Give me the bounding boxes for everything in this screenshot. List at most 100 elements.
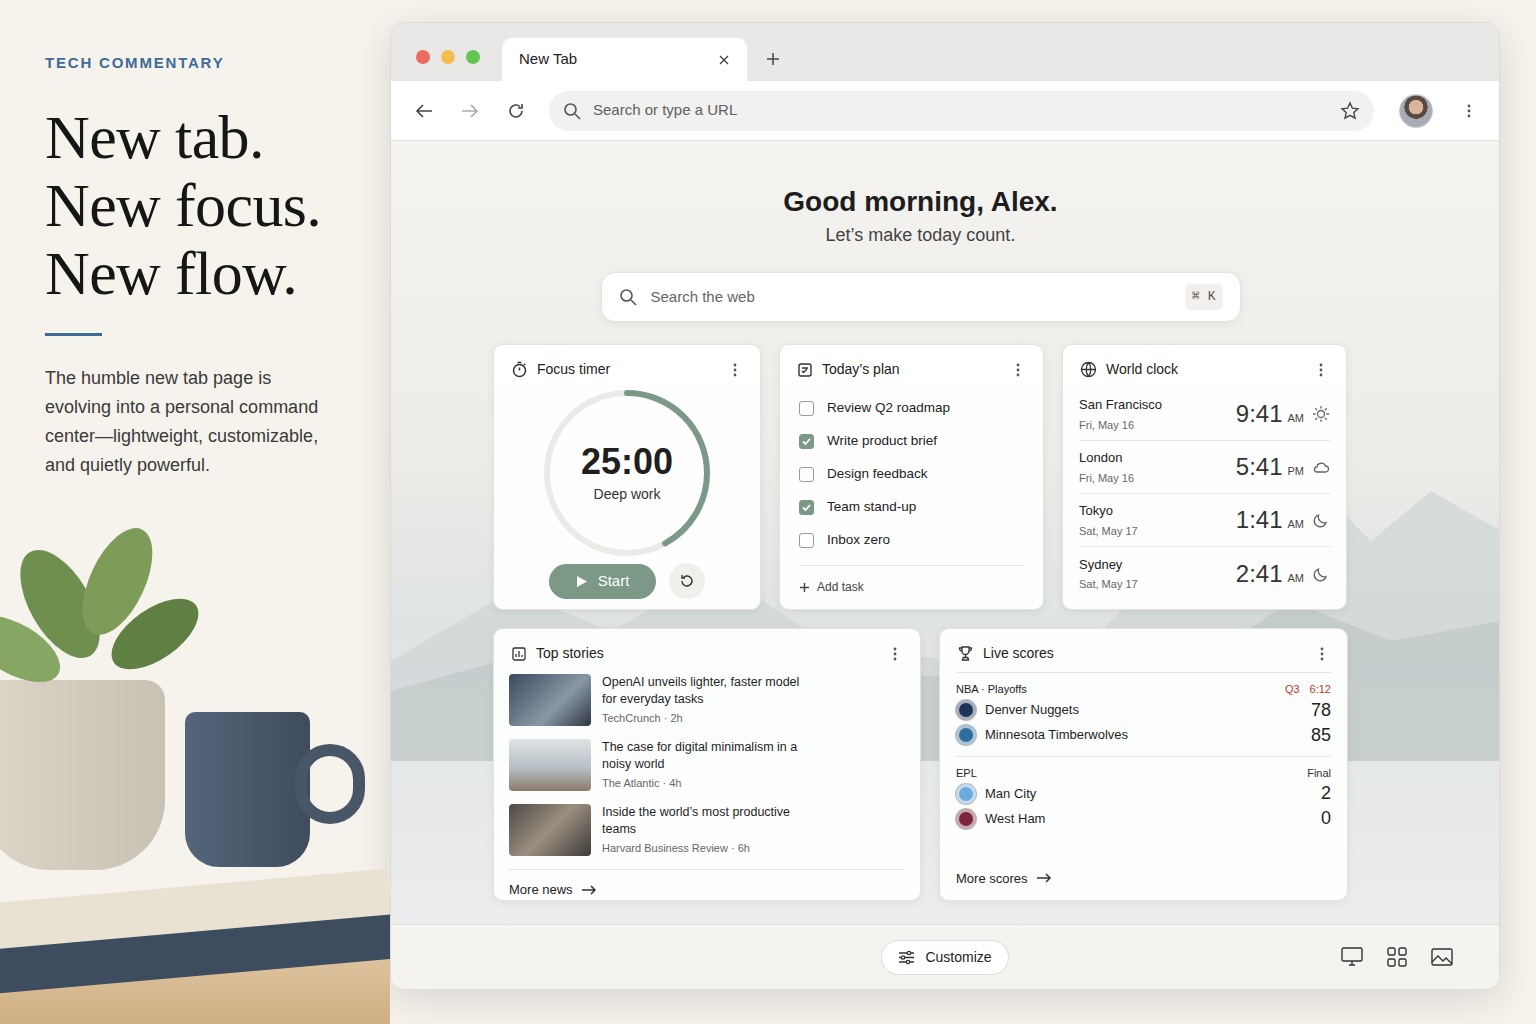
game[interactable]: EPLFinalMan City2West Ham0: [956, 757, 1331, 840]
story-thumbnail: [509, 674, 591, 726]
card-title: Today’s plan: [822, 359, 1001, 380]
moon-icon: [1312, 511, 1330, 529]
story-thumbnail: [509, 739, 591, 791]
bottom-bar: Customize: [391, 924, 1499, 989]
image-icon[interactable]: [1431, 948, 1453, 966]
task-checkbox[interactable]: [799, 500, 814, 515]
task-checkbox[interactable]: [799, 434, 814, 449]
close-dot[interactable]: [416, 50, 430, 64]
plus-icon[interactable]: [765, 51, 781, 67]
team-name: West Ham: [985, 809, 1312, 829]
task-row[interactable]: Review Q2 roadmap: [799, 392, 1024, 425]
story-row[interactable]: OpenAI unveils lighter, faster model for…: [509, 674, 905, 739]
task-checkbox[interactable]: [799, 467, 814, 482]
article-column: TECH COMMENTARYNew tab.New focus.New flo…: [0, 0, 390, 1024]
back-icon[interactable]: [415, 103, 433, 119]
more-icon[interactable]: [727, 362, 743, 378]
web-search[interactable]: ⌘ K: [601, 272, 1241, 322]
status-label: Q3: [1285, 681, 1300, 698]
play-icon: [576, 575, 588, 588]
city-row: San FranciscoFri, May 169:41AM: [1079, 388, 1330, 441]
weather: [1312, 405, 1330, 423]
greeting-subtitle: Let’s make today count.: [493, 222, 1348, 249]
close-icon[interactable]: [718, 54, 730, 66]
city-name: Tokyo: [1079, 501, 1138, 521]
status-label: Final: [1307, 765, 1331, 782]
address-bar[interactable]: [549, 91, 1374, 131]
team-logo: [956, 784, 976, 804]
maximize-dot[interactable]: [466, 50, 480, 64]
add-task[interactable]: Add task: [780, 566, 1043, 596]
card-header: World clock: [1063, 345, 1346, 388]
sliders-icon: [898, 950, 915, 965]
timer-progress: [547, 393, 707, 553]
story-row[interactable]: Inside the world’s most productive teams…: [509, 804, 905, 869]
greeting-title: Good morning, Alex.: [493, 185, 1348, 219]
card-title: Top stories: [536, 643, 878, 664]
more-icon[interactable]: [887, 646, 903, 662]
city-date: Sat, May 17: [1079, 523, 1138, 540]
add-task-label: Add task: [817, 578, 864, 596]
forward-icon[interactable]: [461, 103, 479, 119]
more-icon[interactable]: [1010, 362, 1026, 378]
web-search-input[interactable]: [651, 286, 1172, 309]
start-button[interactable]: Start: [549, 564, 656, 599]
minimize-dot[interactable]: [441, 50, 455, 64]
monitor-icon[interactable]: [1341, 947, 1363, 967]
game-list: NBA · PlayoffsQ36:12Denver Nuggets78Minn…: [940, 673, 1347, 861]
task-label: Review Q2 roadmap: [827, 398, 950, 418]
league: EPL: [956, 765, 977, 782]
card-header: Top stories: [494, 629, 920, 672]
team-score: 2: [1321, 780, 1331, 807]
task-checkbox[interactable]: [799, 401, 814, 416]
customize-button[interactable]: Customize: [881, 940, 1008, 975]
grid-icon[interactable]: [1387, 947, 1407, 967]
headline-line: New focus.: [45, 171, 390, 239]
plan-card: Today’s plan Review Q2 roadmap Write produ…: [779, 344, 1044, 610]
city-period: PM: [1288, 463, 1305, 480]
game[interactable]: NBA · PlayoffsQ36:12Denver Nuggets78Minn…: [956, 673, 1331, 757]
game-status: Q36:12: [1285, 681, 1331, 698]
task-label: Inbox zero: [827, 530, 890, 550]
address-input[interactable]: [593, 99, 1328, 122]
more-icon[interactable]: [1314, 646, 1330, 662]
sun-icon: [1312, 405, 1330, 423]
search-icon: [563, 102, 581, 120]
more-icon[interactable]: [1313, 362, 1329, 378]
headline: New tab.New focus.New flow.: [45, 103, 390, 307]
reload-icon[interactable]: [507, 102, 525, 120]
world-clock-card: World clock San FranciscoFri, May 169:41A…: [1062, 344, 1347, 610]
task-list: Review Q2 roadmap Write product brief Desi…: [780, 388, 1043, 557]
new-tab-page: Good morning, Alex. Let’s make today coun…: [391, 141, 1499, 924]
task-row[interactable]: Inbox zero: [799, 524, 1024, 557]
task-row[interactable]: Team stand-up: [799, 491, 1024, 524]
profile-avatar[interactable]: [1399, 94, 1433, 128]
tab-label: New Tab: [519, 48, 577, 71]
team-row: Denver Nuggets78: [956, 698, 1331, 723]
task-label: Design feedback: [827, 464, 928, 484]
city-period: AM: [1288, 410, 1305, 427]
more-icon[interactable]: [1461, 103, 1477, 119]
card-title: World clock: [1106, 359, 1304, 380]
more-news[interactable]: More news: [509, 869, 905, 901]
team-row: West Ham0: [956, 806, 1331, 831]
browser-tab[interactable]: New Tab: [502, 38, 747, 81]
task-row[interactable]: Design feedback: [799, 458, 1024, 491]
live-scores-card: Live scoresNBA · PlayoffsQ36:12Denver Nu…: [939, 628, 1348, 901]
task-checkbox[interactable]: [799, 533, 814, 548]
story-row[interactable]: The case for digital minimalism in a noi…: [509, 739, 905, 804]
trophy-icon: [957, 645, 974, 662]
timer-time: 25:00: [581, 442, 673, 482]
city-date: Sat, May 17: [1079, 576, 1138, 593]
team-row: Minnesota Timberwolves85: [956, 723, 1331, 748]
more-scores[interactable]: More scores: [956, 861, 1331, 901]
city-time: 2:41: [1236, 556, 1283, 592]
task-row[interactable]: Write product brief: [799, 425, 1024, 458]
city-row: SydneySat, May 172:41AM: [1079, 547, 1330, 600]
reset-button[interactable]: [669, 563, 705, 599]
story-source: Harvard Business Review · 6h: [602, 840, 807, 857]
customize-label: Customize: [925, 947, 991, 968]
city-date: Fri, May 16: [1079, 470, 1134, 487]
star-icon[interactable]: [1340, 101, 1360, 121]
team-name: Minnesota Timberwolves: [985, 725, 1302, 745]
